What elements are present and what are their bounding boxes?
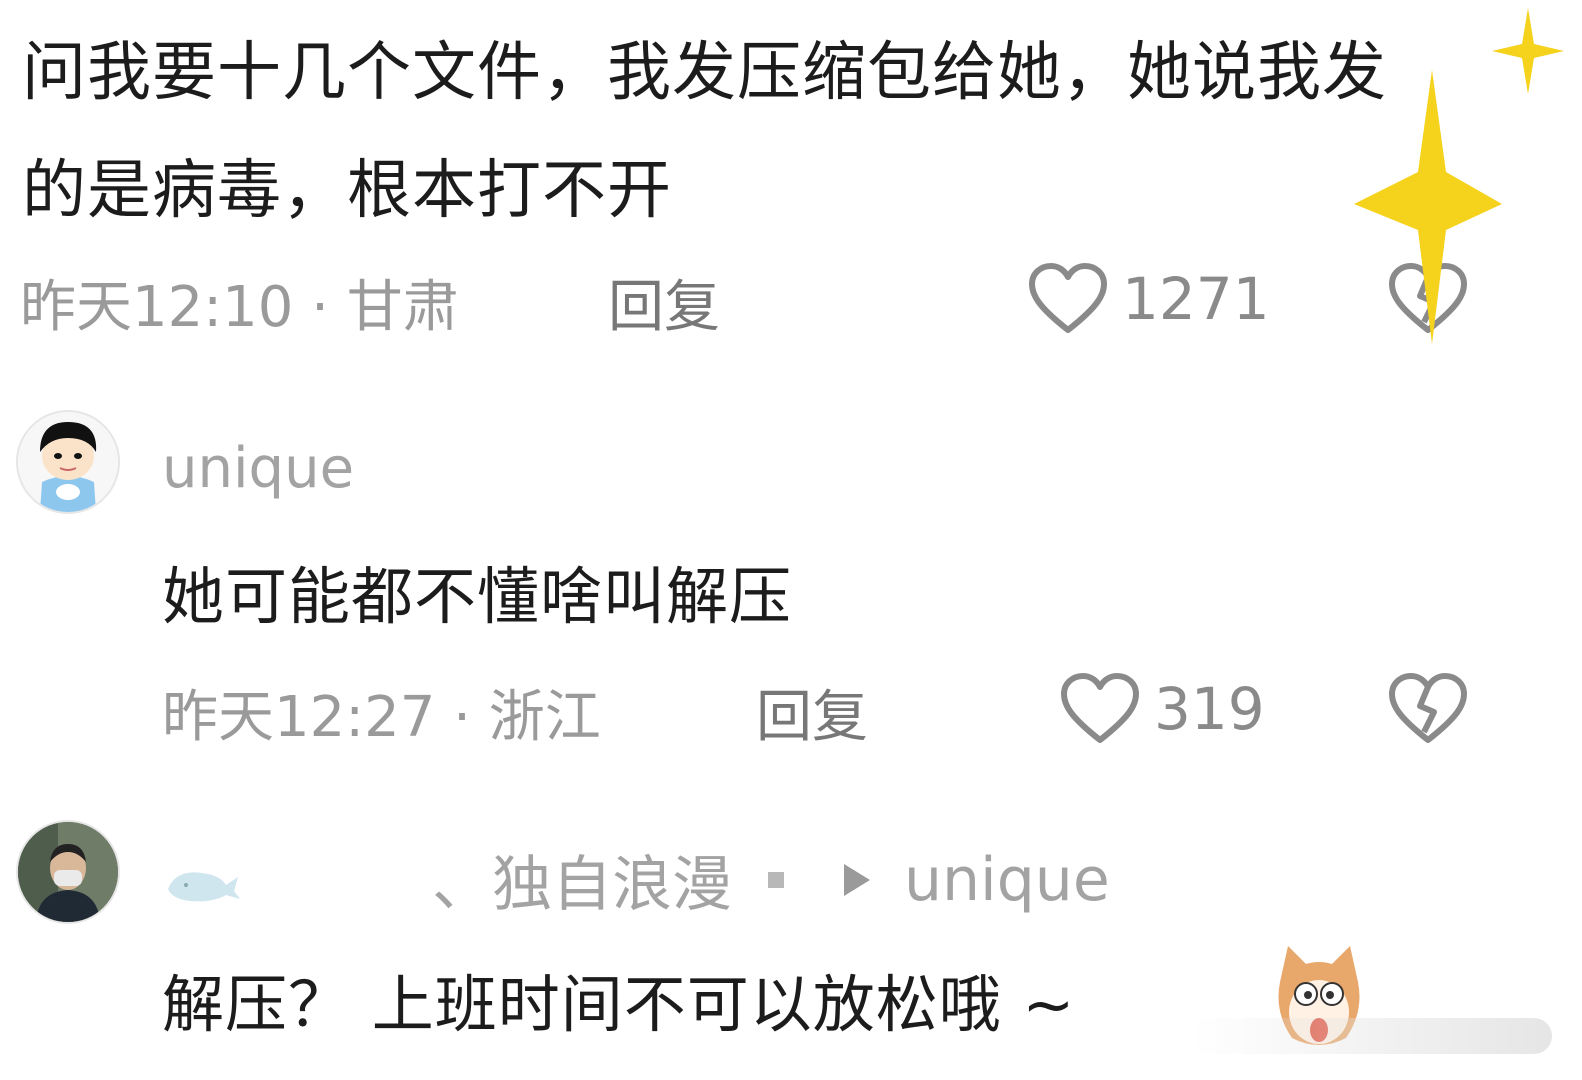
username[interactable]: 、独自浪漫 (432, 836, 732, 923)
like-button[interactable]: 319 (1060, 672, 1265, 746)
comment-text: 解压？ 上班时间不可以放松哦 ~ (162, 968, 1076, 1041)
avatar[interactable] (16, 410, 120, 514)
comment-thread: 问我要十几个文件，我发压缩包给她，她说我发的是病毒，根本打不开 昨天12:10 … (0, 0, 1582, 1080)
whale-icon (168, 871, 240, 901)
play-arrow-icon (844, 863, 870, 896)
comment-text: 问我要十几个文件，我发压缩包给她，她说我发的是病毒，根本打不开 (22, 36, 1387, 228)
separator-dot (768, 871, 784, 888)
reply-to-username[interactable]: unique (904, 845, 1110, 915)
like-count: 319 (1154, 675, 1265, 743)
watermark (1192, 1018, 1552, 1054)
reply-header: 、独自浪漫 unique (162, 836, 1110, 923)
photo-avatar (18, 822, 118, 922)
like-button[interactable]: 1271 (1028, 262, 1270, 336)
username[interactable]: unique (162, 436, 354, 501)
reply-button[interactable]: 回复 (756, 672, 868, 753)
like-count: 1271 (1122, 265, 1270, 333)
broken-heart-icon[interactable] (1388, 672, 1468, 746)
cartoon-avatar (18, 412, 118, 512)
reply-button[interactable]: 回复 (608, 262, 720, 343)
comment-meta: 昨天12:27 · 浙江 (162, 685, 601, 750)
sparkle-icon (1354, 70, 1502, 344)
comment-text: 她可能都不懂啥叫解压 (162, 560, 793, 633)
comment-meta: 昨天12:10 · 甘肃 (20, 275, 459, 340)
heart-icon (1061, 673, 1139, 743)
avatar[interactable] (16, 820, 120, 924)
heart-icon (1029, 263, 1107, 333)
